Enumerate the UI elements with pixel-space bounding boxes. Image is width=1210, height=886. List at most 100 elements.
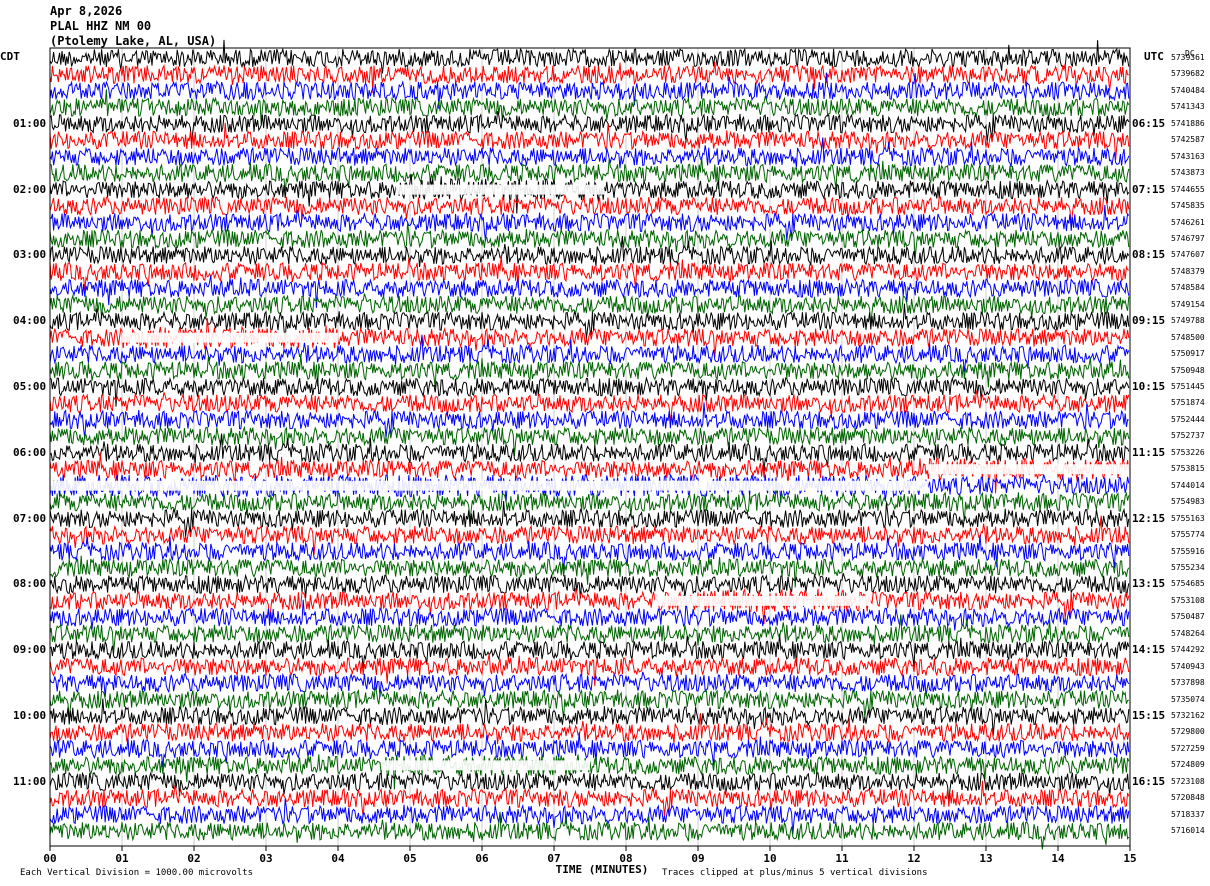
- clip-band-2: [928, 464, 1130, 475]
- x-tick-label: 10: [763, 852, 777, 865]
- dc-offset-label: 5751874: [1171, 398, 1205, 408]
- x-tick-label: 00: [43, 852, 57, 865]
- dc-offset-label: 5755916: [1171, 546, 1205, 556]
- dc-offset-label: 5753108: [1171, 595, 1205, 605]
- x-tick-label: 05: [403, 852, 417, 865]
- dc-offset-label: 5755234: [1171, 562, 1205, 572]
- dc-offset-label: 5743163: [1171, 151, 1205, 161]
- dc-offset-label: 5744014: [1171, 480, 1205, 490]
- left-hour-label: 03:00: [13, 248, 47, 262]
- right-hour-label: 06:15: [1132, 116, 1166, 130]
- left-timezone-label: CDT: [0, 50, 20, 63]
- x-tick-label: 13: [979, 852, 993, 865]
- dc-offset-label: 5741886: [1171, 118, 1205, 128]
- dc-offset-label: 5747607: [1171, 250, 1205, 260]
- x-tick-label: 09: [691, 852, 705, 865]
- dc-offset-label: 5748584: [1171, 283, 1205, 293]
- clip-band-1: [122, 332, 338, 343]
- x-axis-ticks: [49, 846, 1131, 851]
- left-hour-label: 04:00: [13, 314, 47, 328]
- x-tick-label: 11: [835, 852, 849, 865]
- right-timezone-label: UTC: [1144, 50, 1164, 63]
- x-tick-label: 04: [331, 852, 345, 865]
- dc-offset-label: 5755774: [1171, 530, 1205, 540]
- dc-offset-label: 5739361: [1171, 53, 1205, 62]
- dc-offset-label: 5749788: [1171, 316, 1205, 326]
- right-hour-label: 10:15: [1132, 380, 1166, 393]
- dc-offset-label: 5748264: [1171, 628, 1205, 638]
- right-hour-label: 12:15: [1132, 511, 1166, 525]
- dc-offset-label: 5740484: [1171, 85, 1205, 95]
- right-hour-label: 07:15: [1132, 182, 1166, 196]
- x-tick-label: 02: [187, 852, 201, 865]
- dc-offset-label: 5746797: [1171, 233, 1205, 243]
- clip-note: Traces clipped at plus/minus 5 vertical …: [662, 868, 928, 878]
- dc-offset-label: 5746261: [1171, 217, 1205, 227]
- clip-band-3: [50, 480, 929, 491]
- dc-offset-label: 5732162: [1171, 711, 1205, 720]
- dc-offset-label: 5749154: [1171, 299, 1205, 309]
- location-label: (Ptolemy Lake, AL, USA): [50, 34, 217, 48]
- right-hour-label: 16:15: [1132, 774, 1166, 788]
- dc-offset-label: 5754685: [1171, 579, 1205, 589]
- dc-offset-label: 5751445: [1171, 382, 1205, 391]
- right-hour-label: 15:15: [1132, 709, 1166, 722]
- x-tick-label: 06: [475, 852, 489, 865]
- helicorder-plot: [49, 39, 1131, 851]
- dc-offset-label: 5748379: [1171, 266, 1205, 276]
- dc-offset-label: 5755163: [1171, 513, 1205, 523]
- x-tick-label: 14: [1051, 852, 1065, 865]
- dc-offset-label: 5739682: [1171, 69, 1205, 79]
- dc-offset-label: 5752444: [1171, 414, 1205, 424]
- x-axis-title: TIME (MINUTES): [555, 863, 649, 876]
- dc-offset-label: 5729800: [1171, 727, 1205, 737]
- dc-offset-label: 5753815: [1171, 464, 1205, 474]
- x-tick-label: 12: [907, 852, 921, 865]
- dc-offset-label: 5716014: [1171, 826, 1205, 836]
- date-label: Apr 8,2026: [50, 4, 123, 18]
- right-hour-label: 13:15: [1132, 577, 1166, 591]
- left-hour-label: 06:00: [13, 445, 47, 459]
- dc-offset-label: 5750487: [1171, 612, 1205, 622]
- dc-offset-label: 5723108: [1171, 776, 1205, 786]
- dc-offset-label: 5748500: [1171, 332, 1205, 342]
- clip-band-4: [654, 595, 871, 606]
- dc-offset-label: 5752737: [1171, 431, 1205, 441]
- station-label: PLAL HHZ NM 00: [50, 19, 152, 33]
- left-hour-label: 10:00: [13, 709, 47, 722]
- left-hour-label: 02:00: [13, 182, 47, 196]
- dc-offset-label: 5744655: [1171, 184, 1205, 194]
- left-hour-label: 11:00: [13, 774, 47, 788]
- dc-offset-label: 5720848: [1171, 793, 1205, 803]
- dc-offset-label: 5740943: [1171, 661, 1205, 671]
- dc-offset-label: 5750917: [1171, 349, 1205, 359]
- clip-band-0: [395, 184, 605, 195]
- dc-offset-label: 5744292: [1171, 645, 1205, 655]
- left-hour-label: 05:00: [13, 380, 47, 393]
- scale-note: Each Vertical Division = 1000.00 microvo…: [20, 868, 253, 878]
- clip-band-5: [381, 760, 590, 771]
- dc-offset-label: 5741343: [1171, 102, 1205, 112]
- dc-offset-label: 5724809: [1171, 760, 1205, 770]
- left-hour-label: 07:00: [13, 511, 47, 525]
- dc-offset-label: 5745835: [1171, 201, 1205, 211]
- x-tick-label: 01: [115, 852, 129, 865]
- left-hour-label: 08:00: [13, 577, 47, 591]
- right-hour-label: 08:15: [1132, 248, 1166, 262]
- dc-offset-label: 5727259: [1171, 743, 1205, 753]
- dc-offset-label: 5718337: [1171, 809, 1205, 819]
- dc-offset-label: 5737898: [1171, 678, 1205, 688]
- dc-offset-label: 5754983: [1171, 497, 1205, 507]
- dc-offset-label: 5735074: [1171, 694, 1205, 704]
- dc-offset-label: 5750948: [1171, 365, 1205, 375]
- right-hour-label: 11:15: [1132, 445, 1166, 459]
- dc-offset-label: 5743873: [1171, 168, 1205, 178]
- x-tick-label: 03: [259, 852, 273, 865]
- left-hour-label: 09:00: [13, 643, 47, 657]
- right-hour-label: 14:15: [1132, 643, 1166, 657]
- x-tick-label: 15: [1123, 852, 1137, 865]
- right-hour-label: 09:15: [1132, 314, 1166, 328]
- dc-offset-label: 5742587: [1171, 135, 1205, 145]
- left-hour-label: 01:00: [13, 116, 47, 130]
- dc-offset-label: 5753226: [1171, 447, 1205, 457]
